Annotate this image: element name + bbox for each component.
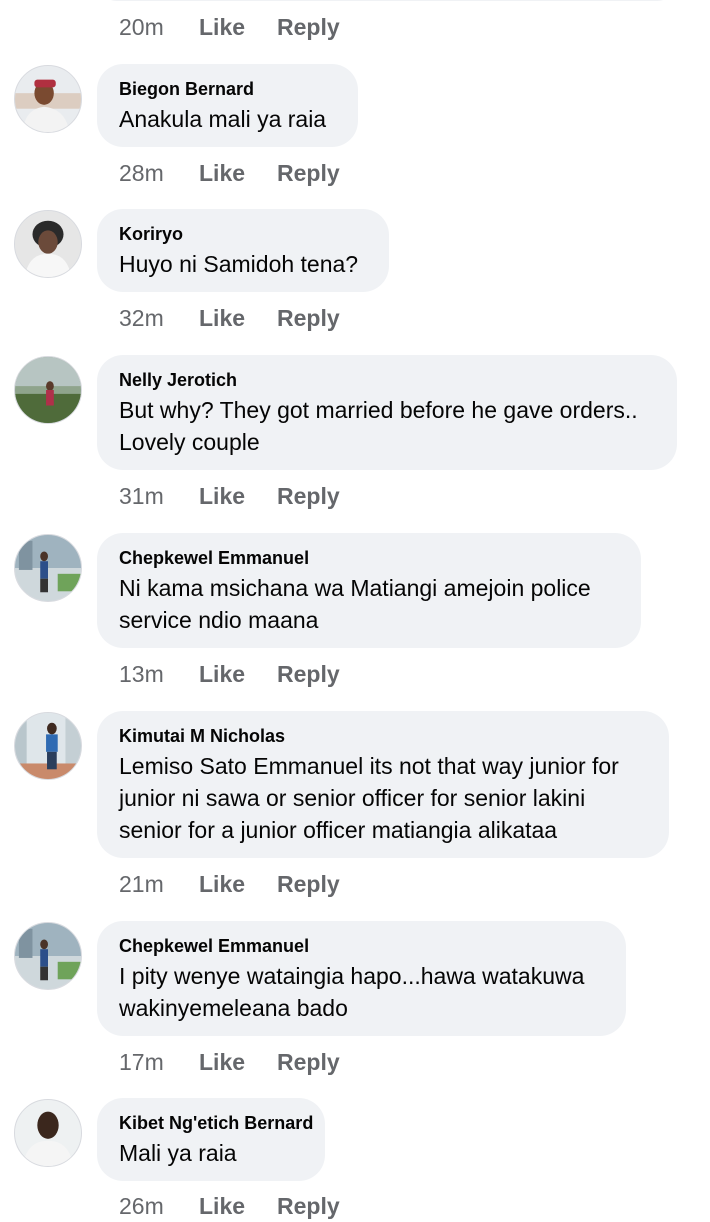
comment-time: 26m [119,1192,164,1219]
like-button[interactable]: Like [199,871,277,898]
avatar[interactable] [14,534,82,602]
comment-time: 17m [119,1048,164,1075]
like-button[interactable]: Like [199,483,277,510]
like-button[interactable]: Like [199,160,277,187]
like-button[interactable]: Like [199,1049,277,1076]
comment-author[interactable]: Kimutai M Nicholas [119,724,647,748]
comment-text: Huyo ni Samidoh tena? [119,251,359,277]
comment-time: 28m [119,159,164,186]
avatar[interactable] [14,356,82,424]
avatar[interactable] [14,712,82,780]
comment-text: Anakula mali ya raia [119,106,327,132]
profile-photo [15,1100,81,1166]
avatar[interactable] [14,210,82,278]
reply-button[interactable]: Reply [277,483,340,510]
comment-time: 21m [119,870,164,897]
like-button[interactable]: Like [199,14,277,41]
comment-actions: 17m Like Reply [119,1046,340,1078]
comment-actions: 13m Like Reply [119,658,340,690]
reply-button[interactable]: Reply [277,14,340,41]
profile-photo [15,357,81,423]
comment-time: 31m [119,482,164,509]
comment-bubble: Koriryo Huyo ni Samidoh tena? [97,209,389,292]
comment-author[interactable]: Koriryo [119,222,367,246]
comment-text: Mali ya raia [119,1140,237,1166]
profile-photo [15,211,81,277]
comment-time: 13m [119,660,164,687]
comment-actions: 32m Like Reply [119,302,340,334]
comment-author[interactable]: Kibet Ng'etich Bernard [119,1111,313,1135]
comment-text: Ni kama msichana wa Matiangi amejoin pol… [119,575,591,633]
comment-author[interactable]: Nelly Jerotich [119,368,655,392]
previous-comment-bubble [97,0,677,1]
reply-button[interactable]: Reply [277,160,340,187]
like-button[interactable]: Like [199,1193,277,1220]
comment-text: I pity wenye wataingia hapo...hawa watak… [119,963,585,1021]
comment-bubble: Kimutai M Nicholas Lemiso Sato Emmanuel … [97,711,669,858]
avatar[interactable] [14,922,82,990]
profile-photo [15,713,81,779]
comment-bubble: Kibet Ng'etich Bernard Mali ya raia [97,1098,325,1181]
profile-photo [15,535,81,601]
comment-actions: 20m Like Reply [119,11,340,43]
comment-actions: 28m Like Reply [119,157,340,189]
reply-button[interactable]: Reply [277,871,340,898]
comment-actions: 26m Like Reply [119,1190,340,1222]
like-button[interactable]: Like [199,661,277,688]
comment-bubble: Biegon Bernard Anakula mali ya raia [97,64,358,147]
profile-photo [15,923,81,989]
comment-bubble: Chepkewel Emmanuel I pity wenye wataingi… [97,921,626,1036]
profile-photo [15,66,81,132]
comment-time: 20m [119,13,164,40]
comment-text: Lemiso Sato Emmanuel its not that way ju… [119,753,619,843]
avatar[interactable] [14,65,82,133]
comment-author[interactable]: Biegon Bernard [119,77,336,101]
comment-bubble: Nelly Jerotich But why? They got married… [97,355,677,470]
comment-bubble: Chepkewel Emmanuel Ni kama msichana wa M… [97,533,641,648]
avatar[interactable] [14,1099,82,1167]
like-button[interactable]: Like [199,305,277,332]
comment-text: But why? They got married before he gave… [119,397,638,455]
reply-button[interactable]: Reply [277,305,340,332]
comment-actions: 21m Like Reply [119,868,340,900]
comment-author[interactable]: Chepkewel Emmanuel [119,934,604,958]
comment-actions: 31m Like Reply [119,480,340,512]
comment-author[interactable]: Chepkewel Emmanuel [119,546,619,570]
reply-button[interactable]: Reply [277,1193,340,1220]
reply-button[interactable]: Reply [277,1049,340,1076]
comment-time: 32m [119,304,164,331]
reply-button[interactable]: Reply [277,661,340,688]
